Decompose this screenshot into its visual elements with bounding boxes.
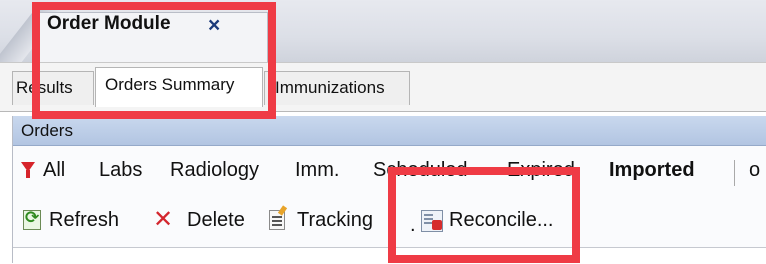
filter-all[interactable]: All: [43, 159, 65, 182]
tracking-button[interactable]: Tracking: [269, 204, 405, 236]
tracking-label: Tracking: [297, 209, 373, 231]
panel-title: Orders: [21, 121, 73, 140]
filter-imm[interactable]: Imm.: [295, 159, 339, 182]
delete-label: Delete: [187, 209, 245, 231]
highlight-box-order-module: [32, 2, 276, 119]
highlight-box-reconcile: [388, 167, 580, 263]
refresh-label: Refresh: [49, 209, 120, 231]
orders-panel-header: Orders: [13, 116, 766, 146]
funnel-icon-stem: [26, 170, 30, 178]
filter-overflow[interactable]: o: [749, 159, 760, 182]
filter-separator: [734, 160, 735, 186]
filter-radiology[interactable]: Radiology: [170, 159, 259, 182]
tab-immunizations[interactable]: Immunizations: [264, 71, 410, 105]
filter-imported[interactable]: Imported: [609, 159, 695, 182]
tracking-icon: [269, 210, 285, 230]
refresh-icon: [23, 208, 41, 230]
filter-labs[interactable]: Labs: [99, 159, 142, 182]
refresh-button[interactable]: Refresh: [23, 204, 143, 236]
tab-immunizations-label: Immunizations: [275, 78, 385, 97]
delete-x-icon: ✕: [153, 206, 174, 233]
delete-button[interactable]: ✕ Delete: [153, 204, 263, 236]
